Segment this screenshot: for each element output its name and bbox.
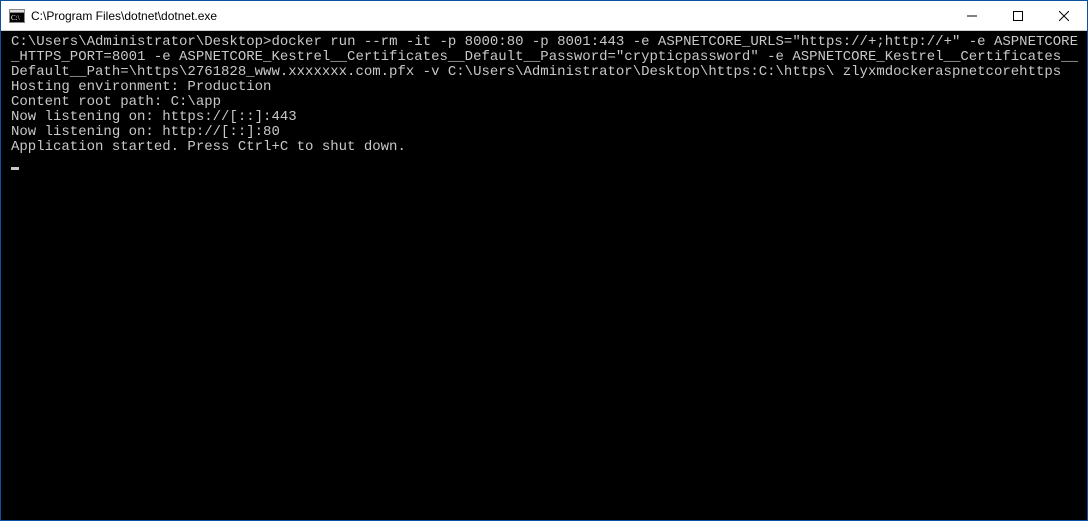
titlebar[interactable]: C:\ C:\Program Files\dotnet\dotnet.exe bbox=[1, 1, 1087, 31]
console-icon: C:\ bbox=[9, 8, 25, 24]
output-line: Application started. Press Ctrl+C to shu… bbox=[11, 139, 406, 155]
console-output[interactable]: C:\Users\Administrator\Desktop>docker ru… bbox=[1, 31, 1087, 520]
cursor bbox=[11, 167, 19, 170]
close-button[interactable] bbox=[1041, 1, 1087, 30]
window-title: C:\Program Files\dotnet\dotnet.exe bbox=[31, 9, 217, 23]
maximize-button[interactable] bbox=[995, 1, 1041, 30]
minimize-button[interactable] bbox=[949, 1, 995, 30]
window-controls bbox=[949, 1, 1087, 30]
console-window: C:\ C:\Program Files\dotnet\dotnet.exe C… bbox=[0, 0, 1088, 521]
output-line: Hosting environment: Production bbox=[11, 79, 271, 95]
output-line: Now listening on: http://[::]:80 bbox=[11, 124, 280, 140]
output-line: Now listening on: https://[::]:443 bbox=[11, 109, 297, 125]
prompt: C:\Users\Administrator\Desktop> bbox=[11, 34, 271, 50]
output-line: Content root path: C:\app bbox=[11, 94, 221, 110]
svg-text:C:\: C:\ bbox=[11, 14, 20, 22]
